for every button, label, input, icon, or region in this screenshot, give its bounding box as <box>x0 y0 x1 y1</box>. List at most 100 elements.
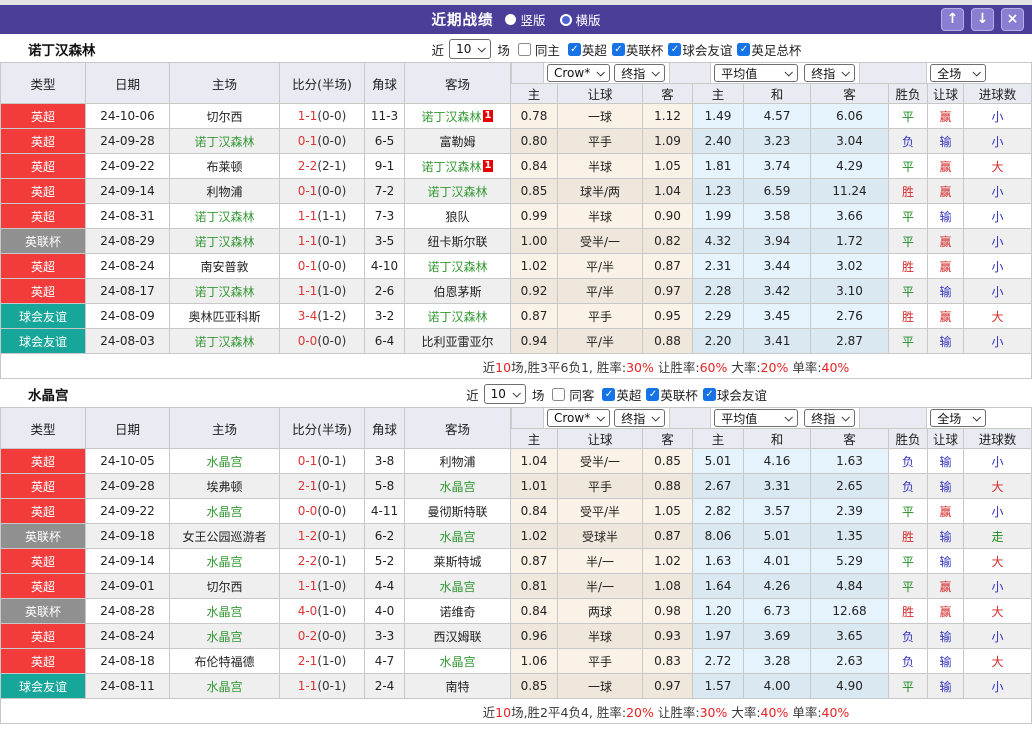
odds-ah-away: 0.95 <box>642 303 693 329</box>
league-checkbox[interactable]: ✓ <box>737 42 751 56</box>
match-row: 英超 24-09-14 水晶宫 2-2(0-1) 5-2 莱斯特城 0.87 半/一 1.02 1… <box>0 548 1032 574</box>
col-header-eu-draw: 和 <box>743 83 811 104</box>
result-handicap: 赢 <box>927 573 964 599</box>
match-row: 英联杯 24-08-29 诺丁汉森林 1-1(0-1) 3-5 纽卡斯尔联 1.00 受半/一… <box>0 228 1032 254</box>
col-header-result-goals: 进球数 <box>963 83 1032 104</box>
result-wdl: 胜 <box>888 598 928 624</box>
result-goals: 小 <box>963 228 1032 254</box>
result-handicap: 输 <box>927 473 964 499</box>
odds-ah-away: 1.12 <box>642 103 693 129</box>
odds-ah-away: 1.04 <box>642 178 693 204</box>
league-checkbox[interactable]: ✓ <box>646 387 660 401</box>
league-type: 英超 <box>0 548 86 574</box>
result-goals: 大 <box>963 303 1032 329</box>
games-count-select[interactable]: 10 <box>483 384 526 404</box>
result-handicap: 赢 <box>927 253 964 279</box>
corners: 4-10 <box>364 253 405 279</box>
odds-ah-home: 1.00 <box>510 228 558 254</box>
odds-eu-home: 2.40 <box>692 128 744 154</box>
odds-eu-home: 2.72 <box>692 648 744 674</box>
filter-row: 诺丁汉森林 近 10 场 同主 ✓ 英超 ✓ 英联杯 ✓ 球会友谊 ✓ 英足总杯 <box>0 36 1032 62</box>
odds-eu-home: 5.01 <box>692 448 744 474</box>
match-date: 24-09-14 <box>85 178 170 204</box>
home-team: 水晶宫 <box>169 598 280 624</box>
away-team: 西汉姆联 <box>404 623 511 649</box>
league-checkbox[interactable]: ✓ <box>668 42 682 56</box>
odds-eu-draw: 3.69 <box>743 623 811 649</box>
league-checkbox[interactable]: ✓ <box>611 42 625 56</box>
ah-final-odds-select[interactable]: 终指 <box>614 64 666 82</box>
ah-final-odds-select[interactable]: 终指 <box>614 409 666 427</box>
odds-ah-line: 半球 <box>557 153 643 179</box>
odds-ah-line: 平手 <box>557 648 643 674</box>
odds-ah-home: 0.85 <box>510 673 558 699</box>
odds-eu-draw: 3.44 <box>743 253 811 279</box>
league-type: 英超 <box>0 573 86 599</box>
away-team: 纽卡斯尔联 <box>404 228 511 254</box>
fulltime-select[interactable]: 全场 <box>930 409 987 427</box>
odds-eu-home: 1.49 <box>692 103 744 129</box>
col-header-corner: 角球 <box>364 407 405 449</box>
home-team: 南安普敦 <box>169 253 280 279</box>
corners: 7-3 <box>364 203 405 229</box>
home-team: 布莱顿 <box>169 153 280 179</box>
odds-eu-away: 2.65 <box>810 473 889 499</box>
corners: 11-3 <box>364 103 405 129</box>
games-count-select[interactable]: 10 <box>449 39 492 59</box>
bookmaker-select[interactable]: Crow* <box>547 64 611 82</box>
bookmaker-select[interactable]: Crow* <box>547 409 611 427</box>
odds-ah-line: 平手 <box>557 473 643 499</box>
result-handicap: 赢 <box>927 153 964 179</box>
odds-ah-away: 0.93 <box>642 623 693 649</box>
corners: 4-7 <box>364 648 405 674</box>
filter-controls: 近 10 场 同客 ✓ 英超 ✓ 英联杯 ✓ 球会友谊 <box>465 384 767 404</box>
odds-eu-home: 2.31 <box>692 253 744 279</box>
odds-dropdown-row: Crow* 终指 平均值 终指 全场 <box>510 62 1032 84</box>
eu-final-odds-select[interactable]: 终指 <box>804 409 856 427</box>
fulltime-select[interactable]: 全场 <box>930 64 987 82</box>
same-venue-checkbox[interactable] <box>552 387 566 401</box>
match-row: 英超 24-09-01 切尔西 1-1(1-0) 4-4 水晶宫 0.81 半/一 1.08 1.… <box>0 573 1032 599</box>
chevron-down-icon <box>651 68 661 77</box>
col-header-away: 客场 <box>404 407 511 449</box>
score-cell: 0-1(0-0) <box>279 253 365 279</box>
close-button[interactable]: × <box>1001 8 1024 31</box>
col-header-ah-away: 客 <box>642 83 693 104</box>
move-down-button[interactable]: ↓ <box>971 8 994 31</box>
odds-ah-home: 1.06 <box>510 648 558 674</box>
match-row: 球会友谊 24-08-11 水晶宫 1-1(0-1) 2-4 南特 0.85 一球 0.97 1.… <box>0 673 1032 699</box>
average-odds-select[interactable]: 平均值 <box>714 409 799 427</box>
col-header-result-goals: 进球数 <box>963 428 1032 449</box>
league-checkbox[interactable]: ✓ <box>602 387 616 401</box>
col-header-ah-away: 客 <box>642 428 693 449</box>
average-odds-select[interactable]: 平均值 <box>714 64 799 82</box>
league-checkbox[interactable]: ✓ <box>567 42 581 56</box>
corners: 3-8 <box>364 448 405 474</box>
home-team: 切尔西 <box>169 103 280 129</box>
result-goals: 小 <box>963 498 1032 524</box>
eu-final-odds-select[interactable]: 终指 <box>804 64 856 82</box>
home-team: 水晶宫 <box>169 498 280 524</box>
col-header-eu-draw: 和 <box>743 428 811 449</box>
same-venue-label: 同主 <box>534 42 560 58</box>
layout-horizontal-radio[interactable] <box>559 13 572 26</box>
odds-eu-draw: 3.58 <box>743 203 811 229</box>
odds-ah-home: 0.87 <box>510 548 558 574</box>
odds-eu-home: 2.29 <box>692 303 744 329</box>
league-type: 英超 <box>0 153 86 179</box>
layout-vertical-radio[interactable] <box>505 14 517 25</box>
odds-eu-away: 5.29 <box>810 548 889 574</box>
league-checkbox-label: 球会友谊 <box>682 42 733 58</box>
odds-ah-away: 1.05 <box>642 498 693 524</box>
odds-ah-home: 0.84 <box>510 153 558 179</box>
corners: 7-2 <box>364 178 405 204</box>
result-handicap: 输 <box>927 328 964 354</box>
result-handicap: 赢 <box>927 303 964 329</box>
odds-eu-draw: 3.57 <box>743 498 811 524</box>
league-checkbox[interactable]: ✓ <box>702 387 716 401</box>
col-header-home: 主场 <box>169 407 280 449</box>
away-team: 诺维奇 <box>404 598 511 624</box>
move-up-button[interactable]: ↑ <box>941 8 964 31</box>
league-type: 球会友谊 <box>0 673 86 699</box>
same-venue-checkbox[interactable] <box>517 42 531 56</box>
